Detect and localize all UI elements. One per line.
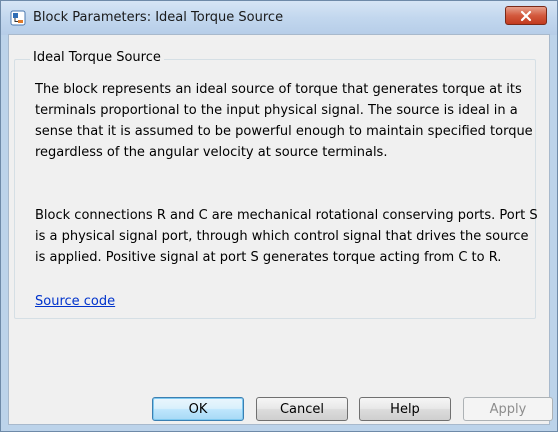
description-paragraph-2: Block connections R and C are mechanical… bbox=[35, 208, 538, 265]
groupbox-title: Ideal Torque Source bbox=[30, 50, 164, 65]
window-title: Block Parameters: Ideal Torque Source bbox=[33, 10, 284, 25]
ok-button[interactable]: OK bbox=[152, 397, 244, 421]
apply-button[interactable]: Apply bbox=[463, 397, 553, 421]
title-bar[interactable]: Block Parameters: Ideal Torque Source bbox=[1, 1, 557, 35]
simulink-block-icon bbox=[10, 10, 26, 26]
help-button[interactable]: Help bbox=[359, 397, 451, 421]
close-icon bbox=[520, 10, 532, 21]
close-button[interactable] bbox=[505, 6, 547, 25]
description-paragraph-1: The block represents an ideal source of … bbox=[35, 82, 533, 160]
cancel-button[interactable]: Cancel bbox=[256, 397, 348, 421]
source-code-link[interactable]: Source code bbox=[35, 294, 115, 309]
